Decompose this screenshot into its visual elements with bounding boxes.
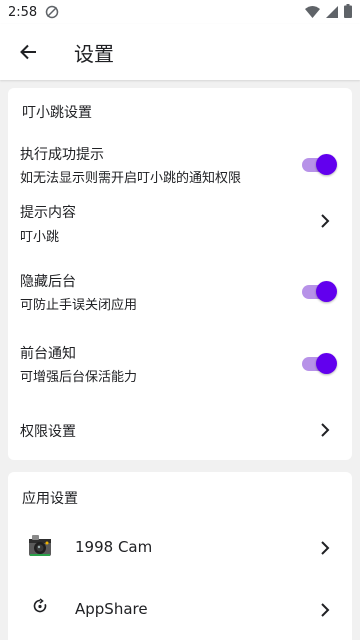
hide-background-row[interactable]: 隐藏后台 可防止手误关闭应用 xyxy=(8,264,352,320)
battery-icon xyxy=(344,3,352,22)
chevron-right-icon xyxy=(321,423,330,437)
row-title: 执行成功提示 xyxy=(20,147,104,163)
row-title: 前台通知 xyxy=(20,346,76,362)
signal-icon xyxy=(326,3,338,22)
section-title: 叮小跳设置 xyxy=(22,105,92,121)
arrow-back-icon xyxy=(20,44,36,60)
back-button[interactable] xyxy=(0,24,56,80)
chevron-right-icon xyxy=(321,541,330,555)
app-settings-card: 应用设置 1998 Cam AppShare xyxy=(8,472,352,640)
success-prompt-row[interactable]: 执行成功提示 如无法显示则需开启叮小跳的通知权限 xyxy=(8,136,352,192)
foreground-notify-row[interactable]: 前台通知 可增强后台保活能力 xyxy=(8,338,352,394)
switch-thumb xyxy=(316,154,337,175)
status-bar: 2:58 xyxy=(0,0,360,24)
row-title: 提示内容 xyxy=(20,205,76,221)
hide-background-switch[interactable] xyxy=(302,280,337,302)
row-title: 权限设置 xyxy=(20,424,76,440)
row-subtitle: 如无法显示则需开启叮小跳的通知权限 xyxy=(20,171,242,186)
switch-thumb xyxy=(316,281,337,302)
page-title: 设置 xyxy=(74,41,114,66)
status-icons xyxy=(305,3,352,22)
app-item-appshare[interactable]: AppShare xyxy=(8,586,352,634)
chevron-right-icon xyxy=(321,603,330,617)
dnd-off-icon xyxy=(45,5,59,19)
row-title: 隐藏后台 xyxy=(20,274,76,290)
appshare-icon xyxy=(32,598,48,614)
app-name: 1998 Cam xyxy=(75,538,153,556)
switch-thumb xyxy=(316,353,337,374)
chevron-right-icon xyxy=(321,214,330,228)
app-item-1998cam[interactable]: 1998 Cam xyxy=(8,524,352,572)
prompt-content-row[interactable]: 提示内容 叮小跳 xyxy=(8,196,352,252)
camera-app-icon xyxy=(28,534,52,558)
foreground-notify-switch[interactable] xyxy=(302,352,337,374)
permission-settings-row[interactable]: 权限设置 xyxy=(8,410,352,450)
section-title: 应用设置 xyxy=(22,491,78,507)
app-bar: 设置 xyxy=(0,24,360,80)
row-subtitle: 可增强后台保活能力 xyxy=(20,370,138,385)
status-time: 2:58 xyxy=(8,4,38,20)
wifi-icon xyxy=(305,3,320,22)
xiaotiao-settings-card: 叮小跳设置 执行成功提示 如无法显示则需开启叮小跳的通知权限 提示内容 叮小跳 … xyxy=(8,88,352,460)
success-prompt-switch[interactable] xyxy=(302,153,337,175)
app-name: AppShare xyxy=(75,600,148,618)
row-subtitle: 可防止手误关闭应用 xyxy=(20,298,138,313)
row-subtitle: 叮小跳 xyxy=(20,230,60,245)
